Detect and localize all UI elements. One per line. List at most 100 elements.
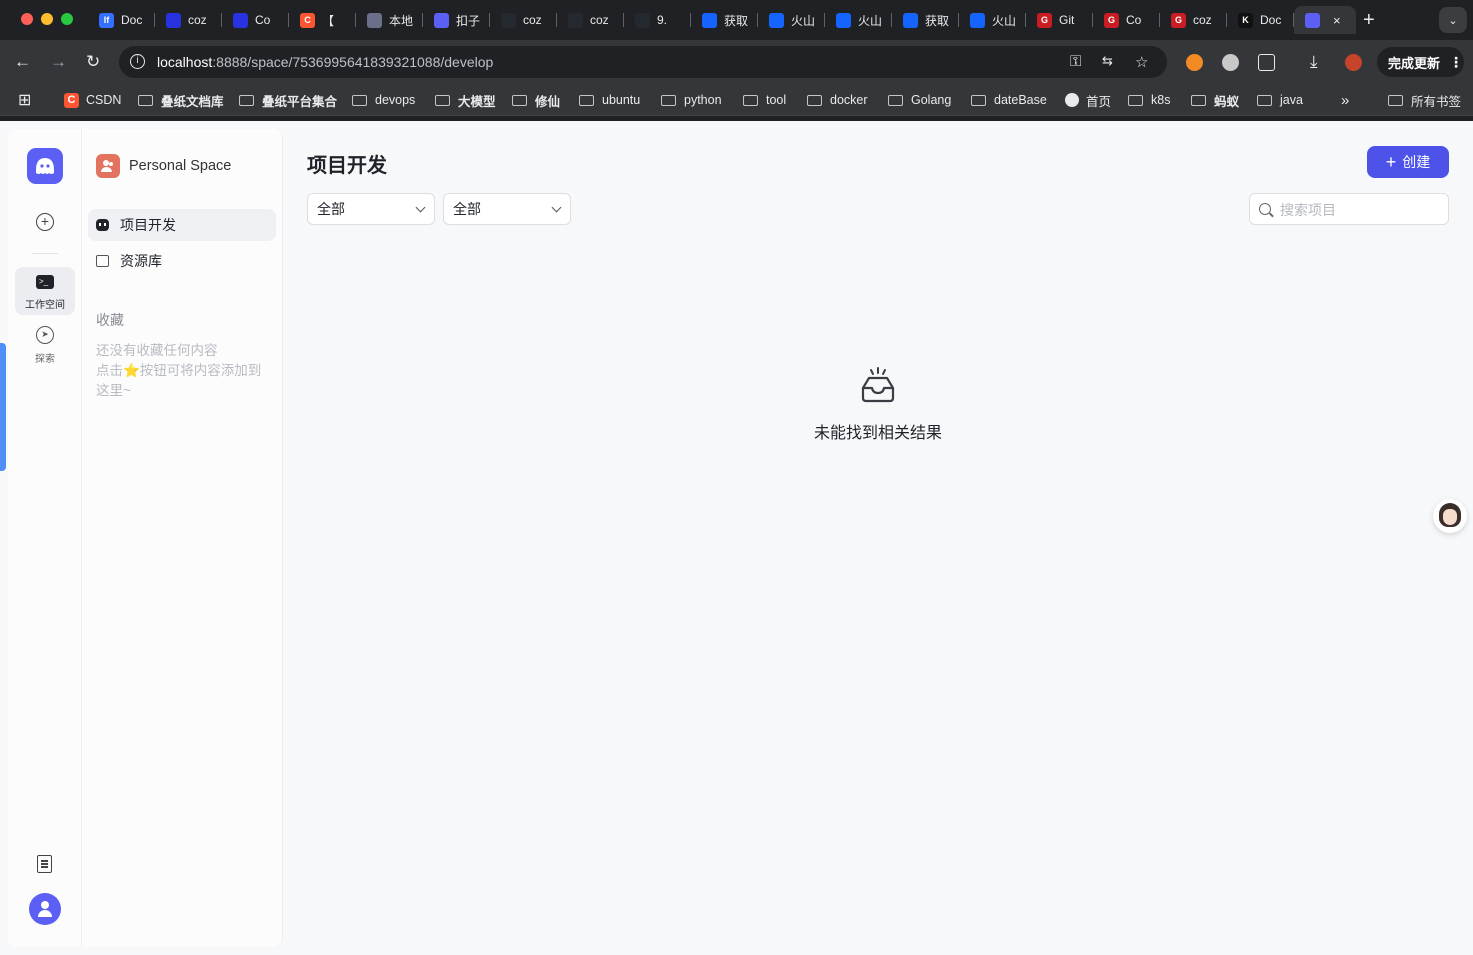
folder-icon (661, 94, 676, 106)
bookmark-item[interactable]: 修仙 (512, 91, 560, 109)
empty-inbox-icon (857, 364, 899, 409)
password-key-icon[interactable]: ⚿ (1070, 53, 1081, 70)
tool-icon (367, 12, 382, 28)
browser-tab[interactable]: lf Doc (88, 6, 155, 34)
address-bar[interactable]: i localhost:8888/space/75369956418393210… (119, 46, 1167, 78)
browser-tab[interactable]: coz (490, 6, 557, 34)
bookmark-item[interactable]: tool (743, 91, 786, 109)
create-button[interactable]: + 创建 (1367, 146, 1449, 178)
back-arrow-icon[interactable]: ← (14, 52, 31, 72)
browser-tab[interactable]: 获取 (892, 6, 959, 34)
url-text[interactable]: localhost:8888/space/7536995641839321088… (157, 54, 493, 70)
browser-menu-icon[interactable]: ⋮ (1449, 54, 1463, 71)
browser-tab[interactable]: 本地 (356, 6, 423, 34)
bookmark-item[interactable]: devops (352, 91, 415, 109)
rail-explore-button[interactable]: ➤ 探索 (15, 323, 75, 367)
browser-tab[interactable]: 扣子 (423, 6, 490, 34)
sidebar-item-library[interactable]: 资源库 (88, 245, 276, 277)
side-drawer-handle[interactable] (0, 343, 6, 471)
browser-tab[interactable]: K Doc (1227, 6, 1294, 34)
main-content: 项目开发 + 创建 全部 全部 未能找到相关结果 (283, 121, 1473, 955)
translate-icon[interactable]: ⇆ (1102, 53, 1113, 69)
bookmark-item[interactable]: 大模型 (435, 91, 496, 109)
new-tab-button[interactable]: + (1363, 10, 1375, 30)
extension-orange-icon[interactable] (1186, 54, 1203, 71)
browser-tab[interactable]: Co (222, 6, 289, 34)
folder-icon (579, 94, 594, 106)
reload-icon[interactable]: ↻ (86, 52, 100, 72)
close-tab-icon[interactable]: × (1333, 13, 1341, 28)
chevron-down-icon (415, 202, 426, 213)
site-info-icon[interactable]: i (130, 54, 145, 69)
extensions-puzzle-icon[interactable] (1258, 54, 1275, 71)
document-icon[interactable] (37, 855, 52, 873)
rail-workspace-button[interactable]: >_ 工作空间 (15, 267, 75, 315)
bookmark-item[interactable]: 叠纸文档库 (138, 91, 224, 109)
all-bookmarks-button[interactable]: 所有书签 (1388, 91, 1461, 109)
bookmark-item[interactable]: 蚂蚁 (1191, 91, 1239, 109)
browser-tab[interactable]: 火山 (825, 6, 892, 34)
browser-tab[interactable]: G Co (1093, 6, 1160, 34)
folder-icon (512, 94, 527, 106)
profile-avatar-icon[interactable] (1345, 54, 1362, 71)
bookmark-label: 叠纸平台集合 (262, 94, 338, 109)
browser-tab[interactable]: Gcoz (1160, 6, 1227, 34)
type-filter-select[interactable]: 全部 (307, 193, 435, 225)
bookmark-item[interactable]: python (661, 91, 722, 109)
volcengine-icon (970, 12, 985, 28)
browser-tab[interactable]: 9. (624, 6, 691, 34)
user-avatar[interactable] (29, 893, 61, 925)
browser-tab[interactable]: coz (557, 6, 624, 34)
search-box[interactable] (1249, 193, 1449, 225)
all-bookmarks-label: 所有书签 (1411, 94, 1462, 109)
status-filter-select[interactable]: 全部 (443, 193, 571, 225)
bookmark-item[interactable]: 叠纸平台集合 (239, 91, 337, 109)
browser-tab[interactable]: 火山 (959, 6, 1026, 34)
apps-grid-icon[interactable]: ⊞ (18, 91, 31, 109)
coze-icon (434, 12, 449, 28)
chevron-down-icon (551, 202, 562, 213)
space-switcher[interactable]: Personal Space (96, 154, 231, 178)
browser-tab[interactable]: C 【 (289, 6, 356, 34)
bookmark-item[interactable]: 首页 (1065, 91, 1111, 109)
tab-title: coz (1193, 13, 1212, 27)
update-button[interactable]: 完成更新 ⋮ (1377, 47, 1464, 77)
rail-explore-label: 探索 (35, 354, 55, 365)
create-button-label: 创建 (1402, 154, 1431, 170)
bookmark-item[interactable]: C CSDN (64, 91, 121, 109)
folder-icon (1388, 94, 1403, 106)
sidebar-item-develop[interactable]: 项目开发 (88, 209, 276, 241)
bookmarks-overflow-icon[interactable]: » (1341, 91, 1349, 109)
add-circle-icon[interactable]: + (36, 213, 54, 231)
plus-icon: + (1385, 152, 1397, 172)
bookmark-item[interactable]: ubuntu (579, 91, 640, 109)
browser-tab[interactable]: G Git (1026, 6, 1093, 34)
assistant-avatar-button[interactable] (1433, 499, 1467, 533)
sidebar-item-label: 项目开发 (120, 217, 176, 233)
update-button-label: 完成更新 (1388, 55, 1441, 71)
window-close-button[interactable] (21, 13, 33, 25)
bookmark-star-icon[interactable]: ☆ (1135, 53, 1148, 71)
favorites-empty-hint-end: 这里~ (96, 383, 131, 398)
download-icon[interactable]: ⤓ (1310, 52, 1318, 72)
bookmark-item[interactable]: docker (807, 91, 868, 109)
tab-search-chevron-icon[interactable]: ⌄ (1439, 7, 1467, 33)
csdn-icon: C (300, 12, 315, 28)
coze-logo-icon[interactable] (27, 148, 63, 184)
extension-avatar-icon[interactable] (1222, 54, 1239, 71)
browser-tab[interactable]: coz (155, 6, 222, 34)
browser-tab[interactable]: 获取 (691, 6, 758, 34)
browser-tab-active[interactable]: × (1294, 6, 1356, 34)
bookmark-item[interactable]: Golang (888, 91, 951, 109)
url-path: :8888/space/7536995641839321088/develop (212, 54, 494, 70)
bookmark-item[interactable]: java (1257, 91, 1303, 109)
browser-tab[interactable]: 火山 (758, 6, 825, 34)
search-input[interactable] (1280, 200, 1440, 220)
rail-divider (32, 253, 58, 254)
tab-title: Co (255, 13, 271, 27)
bookmark-item[interactable]: k8s (1128, 91, 1170, 109)
forward-arrow-icon[interactable]: → (50, 52, 67, 72)
window-minimize-button[interactable] (41, 13, 53, 25)
bookmark-item[interactable]: dateBase (971, 91, 1047, 109)
window-zoom-button[interactable] (61, 13, 73, 25)
